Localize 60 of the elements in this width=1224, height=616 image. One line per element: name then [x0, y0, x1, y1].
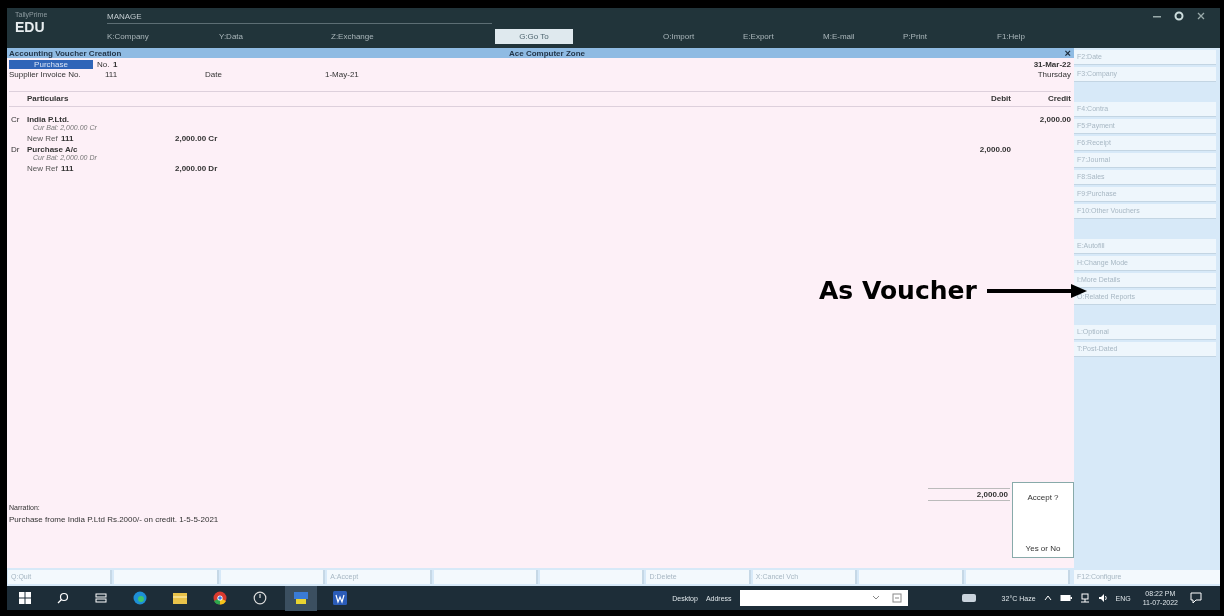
voucher-day: Thursday — [1037, 69, 1071, 79]
annotation-text: As Voucher — [819, 276, 977, 305]
invoice-date: 1-May-21 — [325, 69, 359, 79]
date-label: Date — [205, 69, 223, 79]
power-icon[interactable] — [253, 591, 267, 605]
dialog-question: Accept ? — [1027, 493, 1059, 502]
word-icon[interactable] — [333, 591, 347, 605]
dropdown-icon[interactable] — [871, 595, 880, 601]
number-label: No. — [97, 59, 111, 69]
menu-item[interactable]: K:Company — [107, 31, 219, 41]
address-field[interactable] — [739, 590, 908, 606]
reference-label: New Ref — [27, 164, 59, 174]
voucher-number: 1 — [113, 59, 118, 69]
notification-icon[interactable] — [1190, 592, 1202, 604]
voucher-type[interactable]: Purchase — [9, 59, 93, 69]
invoice-label: Supplier Invoice No. — [9, 69, 82, 79]
menu-item[interactable]: E:Export — [743, 31, 823, 41]
menu-item[interactable]: F1:Help — [997, 31, 1047, 41]
close-button[interactable]: × — [1064, 48, 1071, 58]
windows-icon[interactable] — [19, 592, 31, 604]
reference-label: New Ref — [27, 134, 59, 144]
total-amount: 2,000.00 — [975, 490, 1008, 499]
menu-item[interactable]: Z:Exchange — [331, 31, 443, 41]
entry-side: Cr — [10, 114, 21, 124]
company-name: Ace Computer Zone — [509, 48, 586, 58]
task-view-icon[interactable] — [95, 592, 107, 604]
menu-item[interactable]: P:Print — [903, 31, 983, 41]
credit-amount: 2,000.00 — [1038, 114, 1071, 124]
column-header: Debit — [990, 94, 1011, 103]
app-icon[interactable] — [293, 590, 309, 605]
ledger-name: Purchase A/c — [27, 144, 78, 154]
battery-icon[interactable] — [1059, 594, 1072, 602]
goto-button[interactable]: G:Go To — [495, 28, 573, 44]
network-icon[interactable] — [1079, 593, 1090, 603]
menu-item[interactable]: O:Import — [663, 31, 743, 41]
chevron-icon[interactable] — [1043, 595, 1052, 601]
column-header: Credit — [1046, 94, 1071, 103]
edition-label: EDU — [15, 19, 46, 35]
folder-icon[interactable] — [173, 592, 187, 604]
reference-number: 111 — [61, 164, 75, 174]
voucher-date: 31-Mar-22 — [1033, 59, 1071, 69]
close-icon[interactable] — [1196, 11, 1206, 21]
menu-item[interactable]: M:E-mail — [823, 31, 903, 41]
reference-amount: 2,000.00 Cr — [175, 134, 218, 144]
section-label: MANAGE — [107, 8, 492, 24]
reference-amount: 2,000.00 Dr — [175, 164, 218, 174]
column-header: Particulars — [26, 94, 69, 103]
search-icon[interactable] — [57, 592, 69, 604]
reference-number: 111 — [61, 134, 75, 144]
dialog-answer: Yes or No — [1025, 544, 1061, 553]
chrome-icon[interactable] — [213, 591, 227, 605]
narration-text: Purchase frome India P.Ltd Rs.2000/- on credit. 1-5-5-2021 — [9, 515, 219, 524]
debit-amount: 2,000.00 — [978, 144, 1011, 154]
invoice-number: 111 — [105, 69, 119, 79]
menu-item[interactable]: Y:Data — [219, 31, 331, 41]
settings-icon[interactable] — [1174, 11, 1184, 21]
window-title: Accounting Voucher Creation — [9, 48, 123, 58]
speaker-icon[interactable] — [1097, 593, 1108, 603]
entry-side: Dr — [10, 144, 21, 154]
ledger-name: India P.Ltd. — [27, 114, 70, 124]
